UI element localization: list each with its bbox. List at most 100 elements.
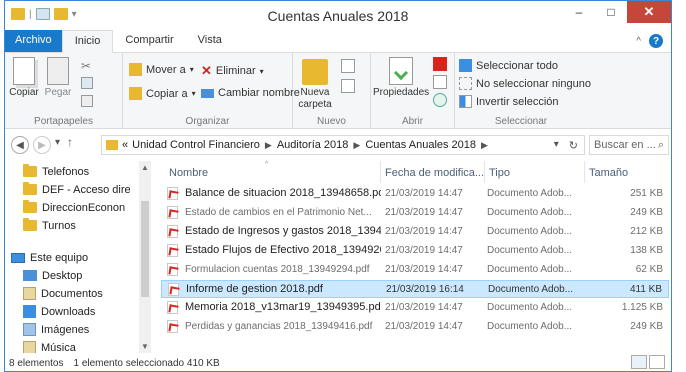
rename-label: Cambiar nombre (218, 87, 300, 99)
file-name: Formulacion cuentas 2018_13949294.pdf (185, 264, 370, 275)
file-date: 21/03/2019 14:47 (385, 226, 463, 237)
chevron-right-icon[interactable]: ▶ (265, 140, 272, 151)
help-icon[interactable]: ? (649, 34, 663, 48)
easy-access-icon[interactable] (341, 79, 355, 93)
rename-button[interactable]: Cambiar nombre (201, 87, 300, 99)
paste-label: Pegar (44, 87, 72, 98)
search-placeholder: Buscar en ... (594, 139, 656, 151)
maximize-button[interactable]: □ (595, 1, 627, 23)
sort-ascending-icon: ^ (265, 161, 269, 168)
nav-item-downloads[interactable]: Downloads (23, 303, 95, 320)
overflow-crumb-icon[interactable]: « (122, 139, 128, 151)
chevron-down-icon[interactable]: ▾ (554, 139, 559, 152)
select-none-label: No seleccionar ninguno (476, 77, 591, 90)
large-icons-view-icon[interactable] (649, 355, 665, 369)
pdf-icon (167, 225, 178, 238)
paste-shortcut-icon[interactable] (81, 95, 93, 107)
folder-icon (23, 218, 37, 231)
delete-button[interactable]: ✕ Eliminar ▾ (201, 63, 264, 79)
breadcrumb-item[interactable]: Cuentas Anuales 2018 (365, 139, 476, 151)
properties-button[interactable]: Propiedades (373, 57, 429, 99)
up-button[interactable]: ↑ (67, 135, 73, 149)
refresh-icon[interactable]: ↻ (569, 139, 578, 152)
new-folder-button[interactable]: Nueva carpeta (295, 57, 335, 111)
address-bar[interactable]: « Unidad Control Financiero ▶ Auditoría … (101, 135, 585, 155)
file-row[interactable]: Estado de cambios en el Patrimonio Net..… (161, 204, 669, 222)
tab-compartir[interactable]: Compartir (113, 30, 185, 52)
chevron-right-icon[interactable]: ▶ (481, 140, 488, 151)
breadcrumb-item[interactable]: Unidad Control Financiero (132, 139, 260, 151)
tab-vista[interactable]: Vista (186, 30, 234, 52)
column-header-name[interactable]: Nombre (169, 161, 381, 183)
invert-selection-button[interactable]: Invertir selección (459, 95, 559, 108)
file-size: 212 KB (630, 226, 663, 237)
music-icon (23, 341, 36, 353)
selection-info: 1 elemento seleccionado 410 KB (73, 357, 220, 369)
nav-item-documentos[interactable]: Documentos (23, 285, 103, 302)
collapse-ribbon-icon[interactable]: ^ (636, 36, 641, 47)
folder-icon (23, 164, 37, 177)
column-header-date[interactable]: Fecha de modifica... (385, 161, 485, 183)
new-item-icon[interactable] (341, 59, 355, 73)
edit-icon[interactable] (433, 75, 447, 89)
navigation-pane: Telefonos DEF - Acceso dire DireccionEco… (5, 161, 153, 353)
file-row[interactable]: Perdidas y ganancias 2018_13949416.pdf 21… (161, 318, 669, 336)
copy-path-icon[interactable] (81, 77, 93, 89)
group-label-seleccionar: Seleccionar (494, 116, 548, 127)
group-nuevo: Nueva carpeta Nuevo (293, 53, 371, 129)
scroll-down-icon[interactable]: ▼ (139, 342, 151, 351)
file-row[interactable]: Formulacion cuentas 2018_13949294.pdf 21/… (161, 261, 669, 279)
nav-item-direccioneconon[interactable]: DireccionEconon (23, 199, 125, 216)
search-input[interactable]: Buscar en ... ⌕ (589, 135, 669, 155)
select-all-button[interactable]: Seleccionar todo (459, 59, 558, 72)
nav-item-desktop[interactable]: Desktop (23, 267, 82, 284)
column-header-type[interactable]: Tipo (489, 161, 585, 183)
file-row[interactable]: Memoria 2018_v13mar19_13949395.pdf 21/03/… (161, 299, 669, 317)
minimize-button[interactable]: – (563, 1, 595, 23)
paste-button[interactable]: Pegar (43, 57, 73, 99)
tab-inicio[interactable]: Inicio (61, 30, 114, 53)
back-button[interactable]: ◀ (11, 136, 29, 154)
file-date: 21/03/2019 14:47 (385, 207, 463, 218)
new-folder-icon (302, 59, 328, 85)
group-organizar: Mover a ▾ ✕ Eliminar ▾ Copiar a ▾ Cambiar n… (123, 53, 300, 129)
history-icon[interactable] (433, 93, 447, 107)
copy-button[interactable]: Copiar (9, 57, 39, 99)
nav-item-imagenes[interactable]: Imágenes (23, 321, 89, 338)
cut-icon[interactable]: ✂ (81, 59, 91, 73)
move-to-button[interactable]: Mover a ▾ (129, 63, 194, 76)
dropdown-arrow-icon: ▾ (259, 66, 264, 76)
nav-item-este-equipo[interactable]: Este equipo (11, 249, 88, 266)
nav-item-label: Música (41, 341, 76, 354)
file-row[interactable]: Informe de gestion 2018.pdf 21/03/2019 16… (161, 280, 669, 298)
nav-item-telefonos[interactable]: Telefonos (23, 163, 89, 180)
chevron-right-icon[interactable]: ▶ (353, 140, 360, 151)
close-button[interactable]: ✕ (627, 1, 671, 23)
scroll-up-icon[interactable]: ▲ (139, 163, 151, 172)
breadcrumb-item[interactable]: Auditoría 2018 (277, 139, 349, 151)
pdf-icon (167, 320, 178, 333)
forward-button[interactable]: ▶ (33, 136, 51, 154)
scrollbar-thumb[interactable] (141, 201, 149, 297)
address-row: ◀ ▶ ▾ ↑ « Unidad Control Financiero ▶ Au… (5, 133, 671, 157)
copy-to-button[interactable]: Copiar a ▾ (129, 87, 196, 100)
nav-item-def-acceso[interactable]: DEF - Acceso dire (23, 181, 131, 198)
nav-item-musica[interactable]: Música (23, 339, 76, 353)
file-row[interactable]: Estado de Ingresos y gastos 2018_1394292… (161, 223, 669, 241)
pdf-icon (168, 283, 179, 296)
nav-scrollbar[interactable]: ▲ ▼ (139, 161, 151, 353)
select-none-button[interactable]: No seleccionar ninguno (459, 77, 591, 90)
column-header-size[interactable]: Tamaño (589, 161, 663, 183)
view-buttons (631, 355, 665, 369)
recent-locations-icon[interactable]: ▾ (55, 137, 60, 148)
file-date: 21/03/2019 14:47 (385, 302, 463, 313)
file-row[interactable]: Estado Flujos de Efectivo 2018_13949265.… (161, 242, 669, 260)
tab-archivo[interactable]: Archivo (5, 30, 62, 52)
file-name: Balance de situacion 2018_13948658.pdf (185, 187, 381, 199)
details-view-icon[interactable] (631, 355, 647, 369)
nav-item-turnos[interactable]: Turnos (23, 217, 76, 234)
file-name: Estado Flujos de Efectivo 2018_13949265.… (185, 244, 381, 256)
open-icon[interactable] (433, 57, 447, 71)
nav-item-label: DEF - Acceso dire (42, 183, 131, 196)
file-row[interactable]: Balance de situacion 2018_13948658.pdf 21… (161, 185, 669, 203)
